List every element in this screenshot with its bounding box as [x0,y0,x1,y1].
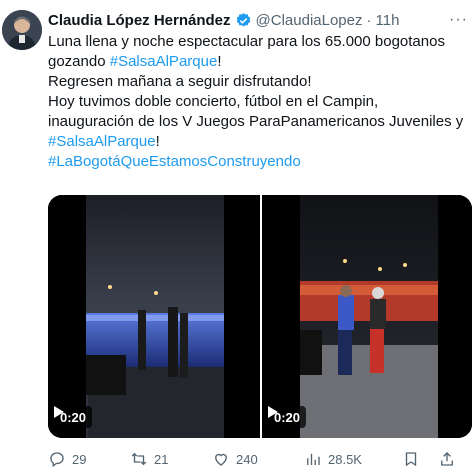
tweet-text: Luna llena y noche espectacular para los… [48,32,468,172]
hashtag-salsaalparque-2[interactable]: #SalsaAlParque [48,133,156,150]
repost-button[interactable]: 21 [130,450,212,468]
exclamation-2: ! [155,133,160,150]
tweet-paragraph-2: Regresen mañana a seguir disfrutando! [48,73,312,90]
bookmark-button[interactable] [402,450,438,468]
tweet-line-3: Hoy tuvimos doble concierto, fútbol en e… [48,93,464,130]
author-display-name[interactable]: Claudia López Hernández [48,12,231,29]
tweet-header: Claudia López Hernández @ClaudiaLopez · … [48,8,468,32]
video-1-duration-badge: 0:20 [54,406,93,428]
tweet-paragraph-1: Luna llena y noche espectacular para los… [48,32,468,72]
tweet-paragraph-3: Hoy tuvimos doble concierto, fútbol en e… [48,92,468,152]
reply-icon [50,452,64,468]
exclamation-1: ! [217,53,222,70]
repost-icon [131,452,147,466]
bookmark-icon [405,452,417,467]
tweet-line-1: Luna llena y noche espectacular para los… [48,33,445,70]
separator-dot: · [366,11,372,29]
share-button[interactable] [438,450,468,468]
reply-count: 29 [72,451,87,467]
video-2[interactable]: 0:20 [260,195,472,438]
like-button[interactable]: 240 [212,450,304,468]
view-count: 28.5K [328,451,362,467]
tweet-actions-bar: 29 21 240 28.5K [48,448,472,470]
play-icon [54,406,64,418]
play-icon [268,406,278,418]
heart-icon [215,453,227,466]
more-options-icon[interactable]: ··· [449,11,468,29]
video-1[interactable]: 0:20 [48,195,260,438]
hashtag-salsaalparque-1[interactable]: #SalsaAlParque [110,53,218,70]
hashtag-labogotaqueestamosconstruyendo[interactable]: #LaBogotáQueEstamosConstruyendo [48,152,468,172]
views-chart-icon [307,453,320,465]
avatar[interactable] [2,10,42,50]
media-grid: 0:20 0:20 [48,195,472,438]
tweet-content: Claudia López Hernández @ClaudiaLopez · … [48,8,468,172]
avatar-image [2,10,42,50]
views-button[interactable]: 28.5K [304,450,402,468]
tweet-timestamp[interactable]: 11h [376,12,400,29]
like-count: 240 [236,451,258,467]
video-2-duration-badge: 0:20 [268,406,307,428]
author-handle[interactable]: @ClaudiaLopez [256,12,363,29]
video-2-thumbnail [262,195,472,438]
verified-badge-icon[interactable] [235,12,252,29]
repost-count: 21 [154,451,169,467]
share-icon [441,452,453,466]
video-1-thumbnail [48,195,260,438]
reply-button[interactable]: 29 [48,450,130,468]
